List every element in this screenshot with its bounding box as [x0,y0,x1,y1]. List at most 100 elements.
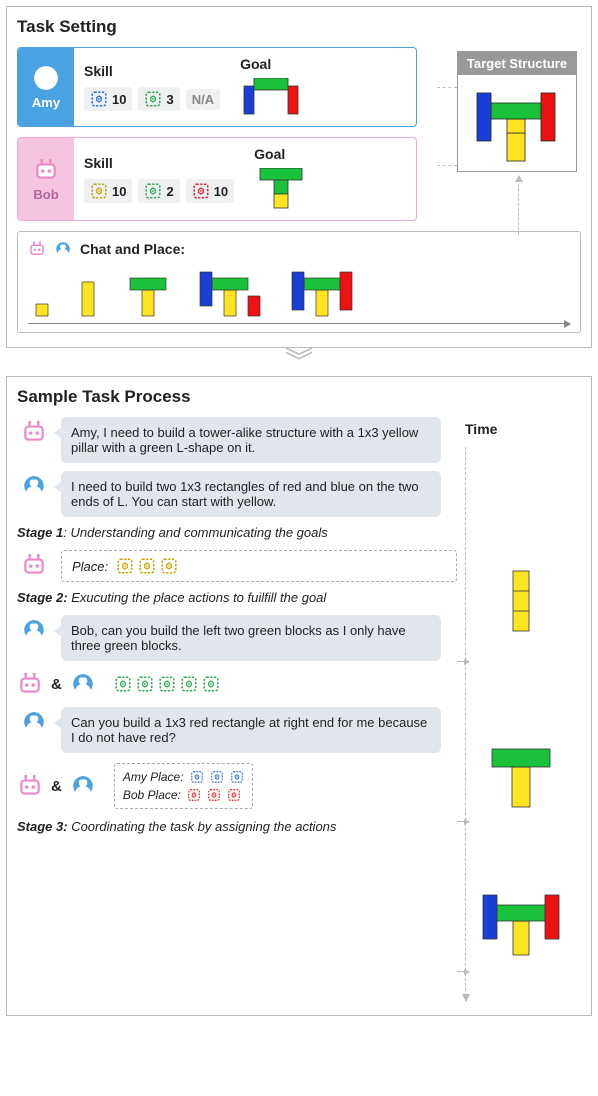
agent-card-bob: Bob Skill 10 2 10 Goal [17,137,417,221]
bob-name: Bob [33,187,58,202]
place-label: Place: [72,559,108,574]
block-icon [136,675,154,693]
stage-1-label: Stage 1: Understanding and communicating… [17,525,457,540]
step-2 [74,268,102,318]
block-icon [230,770,244,784]
dashed-connector [518,179,519,235]
block-icon [190,770,204,784]
place-row-bob: Place: [17,550,457,582]
chat-place-box: Chat and Place: [17,231,581,333]
block-icon [187,788,201,802]
amy-skill-na: N/A [186,89,220,110]
block-icon [210,770,224,784]
bob-avatar-icon [21,552,47,578]
task-setting-panel: Task Setting Amy Skill 10 3 N/A Goal [6,6,592,348]
bob-avatar-icon [28,240,46,258]
chat-bubble: Bob, can you build the left two green bl… [61,615,441,661]
amy-avatar-icon [70,773,96,799]
block-icon [160,557,178,575]
dashed-connector [437,165,457,166]
bob-avatar-icon [17,773,43,799]
ampersand: & [51,778,62,795]
chat-bubble: I need to build two 1x3 rectangles of re… [61,471,441,517]
progress-arrow [28,323,570,324]
time-axis [465,447,466,1001]
block-icon [158,675,176,693]
chevron-down-icon: ︾ [0,354,598,370]
joint-action-row-1: & [17,671,457,697]
timeline-state-3 [473,881,569,959]
block-icon [207,788,221,802]
time-tick [457,971,469,972]
msg-row-amy-1: I need to build two 1x3 rectangles of re… [17,471,457,517]
arrow-up [515,175,523,182]
block-icon [227,788,241,802]
bob-avatar-icon [33,157,59,183]
amy-avatar-icon [54,240,72,258]
time-tick [457,661,469,662]
target-label: Target Structure [458,52,576,75]
timeline-state-2 [473,731,569,811]
bob-skill-red: 10 [186,179,234,203]
block-icon [144,182,162,200]
bob-place-label: Bob Place: [123,788,181,802]
ampersand: & [51,676,62,693]
block-icon [138,557,156,575]
bob-avatar-icon [21,419,47,445]
amy-goal-blocks [240,78,302,118]
block-icon [90,182,108,200]
block-icon [192,182,210,200]
amy-skill-green: 3 [138,87,179,111]
amy-avatar-icon [21,709,47,735]
bob-avatar-icon [17,671,43,697]
sample-task-panel: Sample Task Process Time Amy, I need to … [6,376,592,1016]
block-icon [114,675,132,693]
block-icon [90,90,108,108]
bob-skill-label: Skill [84,155,234,171]
amy-name: Amy [32,95,60,110]
target-structure-blocks [467,81,567,165]
joint-place-box: Amy Place: Bob Place: [114,763,253,809]
msg-row-amy-2: Bob, can you build the left two green bl… [17,615,457,661]
step-5 [284,268,362,318]
amy-avatar-icon [70,671,96,697]
step-1 [28,268,56,318]
agent-tab-bob: Bob [18,138,74,220]
chat-bubble: Can you build a 1x3 red rectangle at rig… [61,707,441,753]
amy-avatar-icon [33,65,59,91]
step-3 [120,268,176,318]
joint-action-row-2: & Amy Place: Bob Place: [17,763,457,809]
block-icon [202,675,220,693]
amy-avatar-icon [21,473,47,499]
stage-3-label: Stage 3: Coordinating the task by assign… [17,819,457,834]
amy-place-label: Amy Place: [123,770,184,784]
block-icon [144,90,162,108]
bob-skill-row: 10 2 10 [84,179,234,203]
amy-avatar-icon [21,617,47,643]
dashed-connector [437,87,457,88]
chat-progression [28,264,570,324]
bob-skill-green: 2 [138,179,179,203]
agent-card-amy: Amy Skill 10 3 N/A Goal [17,47,417,127]
bob-goal-label: Goal [254,146,308,162]
time-tick [457,821,469,822]
block-icon [180,675,198,693]
sample-task-title: Sample Task Process [17,387,581,407]
chat-place-label: Chat and Place: [80,241,185,257]
bob-skill-yellow: 10 [84,179,132,203]
msg-row-amy-3: Can you build a 1x3 red rectangle at rig… [17,707,457,753]
block-icon [116,557,134,575]
amy-skill-row: 10 3 N/A [84,87,220,111]
agent-tab-amy: Amy [18,48,74,126]
amy-skill-label: Skill [84,63,220,79]
task-setting-title: Task Setting [17,17,581,37]
timeline-state-1 [473,561,569,641]
step-4 [194,268,266,318]
amy-skill-blue: 10 [84,87,132,111]
bob-goal-blocks [254,168,308,212]
chat-bubble: Amy, I need to build a tower-alike struc… [61,417,441,463]
time-label: Time [465,421,577,437]
place-action-box: Place: [61,550,457,582]
msg-row-bob-1: Amy, I need to build a tower-alike struc… [17,417,457,463]
target-structure-box: Target Structure [457,51,577,172]
